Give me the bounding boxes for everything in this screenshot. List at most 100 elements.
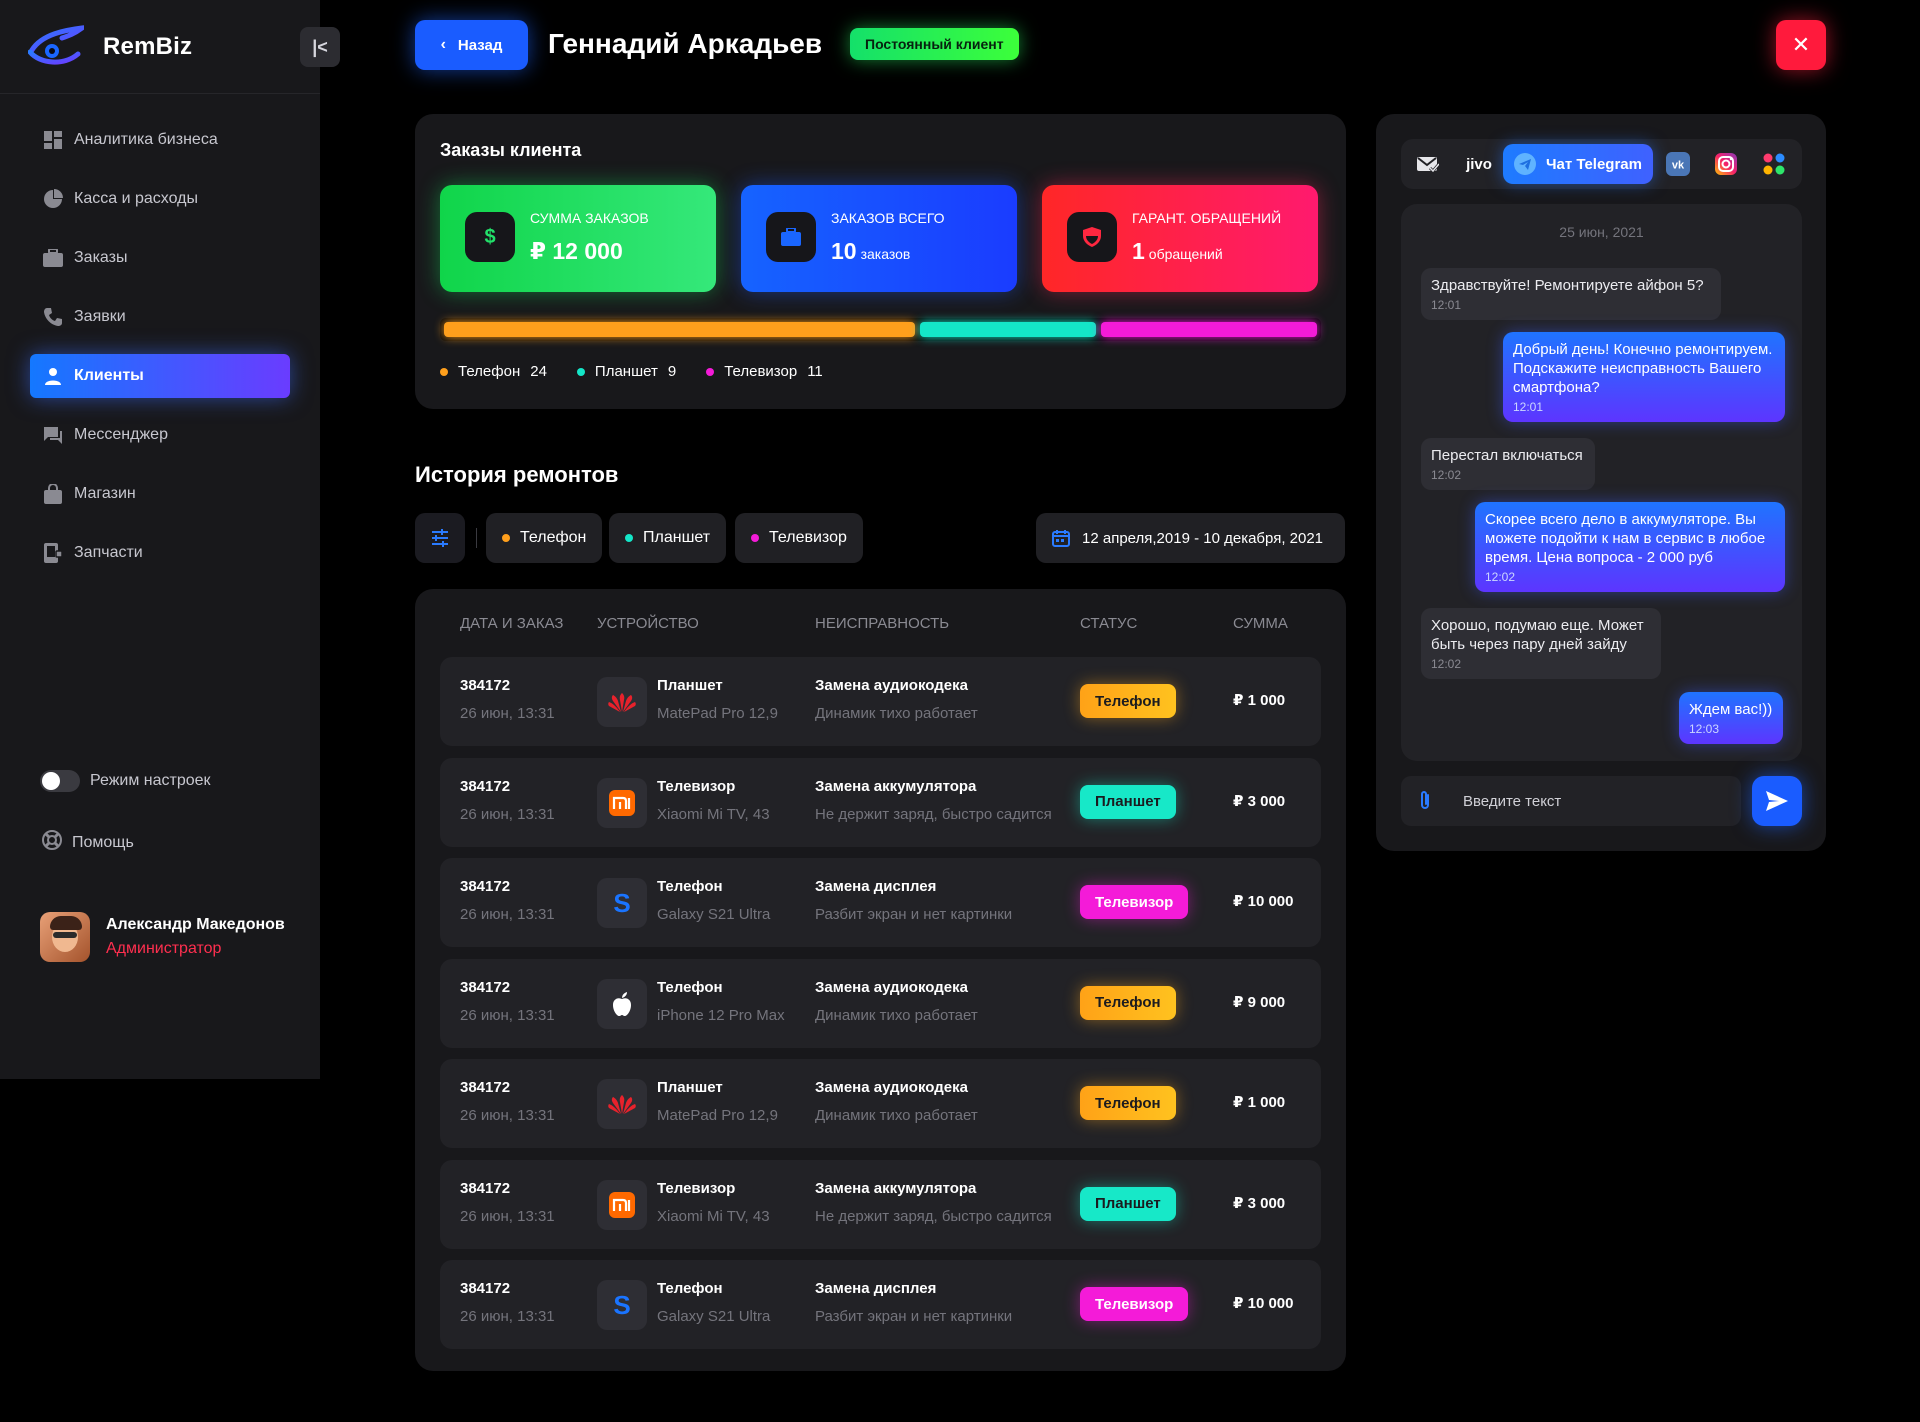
table-row[interactable]: 384172 26 июн, 13:31 Телевизор Xiaomi Mi TV… bbox=[440, 757, 1321, 847]
order-date: 26 июн, 13:31 bbox=[460, 906, 555, 923]
fault-title: Замена дисплея bbox=[815, 1280, 937, 1297]
filter-chip-tablet[interactable]: Планшет bbox=[609, 513, 727, 563]
device-model: Galaxy S21 Ultra bbox=[657, 906, 771, 923]
stat-warranty: Гарант. обращений 1 обращений bbox=[1042, 185, 1318, 292]
device-type: Телефон bbox=[657, 1280, 723, 1297]
dashboard-icon bbox=[42, 129, 64, 151]
message-text: Здравствуйте! Ремонтируете айфон 5? bbox=[1431, 277, 1704, 294]
samsung-logo-icon: S bbox=[597, 1280, 647, 1330]
message-input-placeholder: Введите текст bbox=[1463, 793, 1562, 810]
breakdown-segment-0 bbox=[444, 322, 915, 337]
tab-mail[interactable] bbox=[1413, 139, 1443, 189]
phone-icon bbox=[42, 306, 64, 328]
message-time: 12:02 bbox=[1431, 468, 1462, 482]
device-type: Телефон bbox=[657, 978, 723, 996]
device-model: MatePad Pro 12,9 bbox=[657, 705, 778, 722]
breakdown-segment-1 bbox=[919, 322, 1097, 337]
back-button[interactable]: ‹ Назад bbox=[415, 20, 528, 70]
sidebar-item-label: Касса и расходы bbox=[74, 190, 198, 207]
filter-chip-tv[interactable]: Телевизор bbox=[735, 513, 863, 563]
client-status-badge: Постоянный клиент bbox=[850, 28, 1019, 60]
chat-panel: jivo Чат Telegram vk 25 июн, 2021 Здравс… bbox=[1376, 114, 1826, 851]
fault-description: Динамик тихо работает bbox=[815, 705, 978, 722]
back-label: Назад bbox=[457, 36, 503, 54]
message-time: 12:01 bbox=[1513, 400, 1544, 414]
sidebar-item-parts[interactable]: Запчасти bbox=[30, 531, 290, 575]
stat-value: 1 обращений bbox=[1132, 238, 1223, 264]
sliders-icon bbox=[432, 529, 448, 547]
help-label: Помощь bbox=[72, 833, 134, 851]
sidebar-item-orders[interactable]: Заказы bbox=[30, 236, 290, 280]
sidebar-item-label: Запчасти bbox=[74, 544, 143, 561]
status-badge: Телевизор bbox=[1080, 885, 1189, 919]
filter-chip-phone[interactable]: Телефон bbox=[486, 513, 603, 563]
tab-instagram[interactable] bbox=[1713, 139, 1739, 189]
settings-mode-label: Режим настроек bbox=[90, 772, 211, 789]
table-row[interactable]: 384172 26 июн, 13:31 Планшет MatePad Pro 12… bbox=[440, 1059, 1321, 1148]
chat-icon bbox=[42, 424, 64, 446]
table-row[interactable]: 384172 26 июн, 13:31 Телефон iPhone 12 Pro … bbox=[440, 958, 1321, 1048]
message-list: 25 июн, 2021 Здравствуйте! Ремонтируете … bbox=[1401, 204, 1802, 761]
paperclip-icon[interactable] bbox=[1417, 790, 1433, 812]
help-link[interactable]: Помощь bbox=[42, 830, 134, 855]
svg-text:S: S bbox=[613, 1292, 630, 1318]
tab-telegram[interactable]: Чат Telegram bbox=[1503, 144, 1653, 184]
stat-label: Заказов всего bbox=[831, 210, 945, 226]
sidebar: RemBiz |< Аналитика бизнеса Касса и расх… bbox=[0, 0, 340, 1079]
device-model: Xiaomi Mi TV, 43 bbox=[657, 805, 770, 823]
device-type: Планшет bbox=[657, 677, 723, 694]
table-row[interactable]: 384172 26 июн, 13:31 S Телефон Galaxy S21 Ul… bbox=[440, 1260, 1321, 1349]
sidebar-item-clients[interactable]: Клиенты bbox=[30, 354, 290, 398]
xiaomi-logo-icon bbox=[597, 777, 647, 828]
chevron-left-icon: ‹ bbox=[440, 36, 446, 53]
message-outgoing: Добрый день! Конечно ремонтируем. Подска… bbox=[1503, 332, 1785, 422]
table-row[interactable]: 384172 26 июн, 13:31 S Телефон Galaxy S21 Ul… bbox=[440, 858, 1321, 947]
shield-icon bbox=[1067, 212, 1117, 262]
message-text: Ждем вас!)) bbox=[1689, 701, 1773, 718]
device-breakdown-bar bbox=[440, 318, 1321, 341]
mail-icon bbox=[1417, 157, 1439, 173]
status-badge: Телефон bbox=[1080, 1086, 1176, 1120]
table-row[interactable]: 384172 26 июн, 13:31 Планшет MatePad Pro 12… bbox=[440, 657, 1321, 746]
briefcase-icon bbox=[766, 212, 816, 262]
sidebar-item-requests[interactable]: Заявки bbox=[30, 295, 290, 339]
current-user[interactable]: Александр Македонов Администратор bbox=[40, 912, 285, 962]
status-badge: Телефон bbox=[1080, 985, 1176, 1020]
fault-title: Замена аккумулятора bbox=[815, 1179, 977, 1197]
send-button[interactable] bbox=[1752, 776, 1802, 826]
tab-jivo[interactable]: jivo bbox=[1459, 139, 1499, 189]
date-range-picker[interactable]: 12 апреля,2019 - 10 декабря, 2021 bbox=[1036, 513, 1345, 563]
collapse-sidebar-button[interactable]: |< bbox=[300, 27, 340, 67]
divider bbox=[476, 528, 477, 548]
history-title: История ремонтов bbox=[415, 462, 619, 487]
sidebar-item-analytics[interactable]: Аналитика бизнеса bbox=[30, 118, 290, 162]
message-outgoing: Скорее всего дело в аккумуляторе. Вы мож… bbox=[1475, 502, 1785, 592]
sidebar-item-cash[interactable]: Касса и расходы bbox=[30, 177, 290, 221]
message-text: Хорошо, подумаю еще. Может быть через па… bbox=[1431, 617, 1644, 653]
close-button[interactable]: ✕ bbox=[1776, 20, 1826, 70]
sidebar-item-shop[interactable]: Магазин bbox=[30, 472, 290, 516]
repair-history-table: Дата и заказ Устройство Неисправность Ст… bbox=[415, 589, 1346, 1371]
order-sum: ₽ 1 000 bbox=[1233, 692, 1286, 709]
svg-text:S: S bbox=[613, 890, 630, 916]
client-orders-card: Заказы клиента $ Сумма заказов ₽ 12 000 … bbox=[415, 114, 1346, 409]
status-badge: Планшет bbox=[1080, 784, 1176, 819]
settings-mode-toggle[interactable] bbox=[40, 770, 80, 792]
message-input[interactable]: Введите текст bbox=[1401, 776, 1741, 826]
message-incoming: Здравствуйте! Ремонтируете айфон 5? 12:01 bbox=[1421, 268, 1721, 320]
fault-description: Динамик тихо работает bbox=[815, 1006, 978, 1024]
fault-title: Замена аккумулятора bbox=[815, 777, 977, 795]
calendar-icon bbox=[1052, 530, 1070, 547]
filter-settings-button[interactable] bbox=[415, 513, 465, 563]
message-incoming: Хорошо, подумаю еще. Может быть через па… bbox=[1421, 608, 1661, 679]
status-badge: Телефон bbox=[1080, 684, 1176, 718]
fault-title: Замена аудиокодека bbox=[815, 677, 968, 694]
tab-vk[interactable]: vk bbox=[1665, 139, 1691, 189]
order-date: 26 июн, 13:31 bbox=[460, 1107, 555, 1124]
table-row[interactable]: 384172 26 июн, 13:31 Телевизор Xiaomi Mi TV… bbox=[440, 1159, 1321, 1249]
sidebar-item-messenger[interactable]: Мессенджер bbox=[30, 413, 290, 457]
fault-description: Не держит заряд, быстро садится bbox=[815, 805, 1052, 823]
tab-more-apps[interactable] bbox=[1761, 139, 1787, 189]
stat-label: Гарант. обращений bbox=[1132, 210, 1282, 226]
tab-label: Чат Telegram bbox=[1546, 155, 1642, 173]
